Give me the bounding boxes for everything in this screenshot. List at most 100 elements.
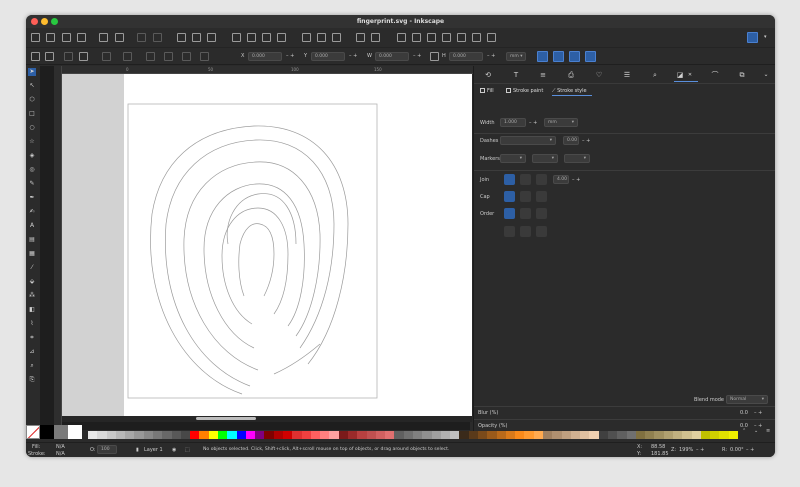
preferences-icon[interactable] — [487, 33, 496, 42]
text-font-dialog-icon[interactable] — [427, 33, 436, 42]
palette-swatch[interactable] — [236, 431, 247, 439]
palette-swatch[interactable] — [524, 431, 534, 439]
connector-tool-icon[interactable]: ⌇ — [28, 320, 36, 328]
measure-tool-icon[interactable]: ⊿ — [28, 348, 36, 356]
palette-swatch[interactable] — [375, 431, 386, 439]
palette-swatch[interactable] — [589, 431, 599, 439]
pages-tool-icon[interactable]: ⎘ — [28, 376, 36, 384]
palette-swatch[interactable] — [459, 431, 469, 439]
palette-swatch[interactable] — [348, 431, 358, 439]
paint-bucket-tool-icon[interactable]: ⬙ — [28, 278, 36, 286]
copy-icon[interactable] — [177, 33, 186, 42]
stroke-paint-subtab[interactable]: Stroke paint — [506, 88, 543, 94]
spiral-tool-icon[interactable]: ◎ — [28, 166, 36, 174]
lower-icon[interactable] — [182, 52, 191, 61]
butt-cap-icon[interactable] — [504, 191, 515, 202]
dash-stepper-icon[interactable]: – + — [582, 138, 590, 144]
palette-swatch[interactable] — [264, 431, 274, 439]
tweak-tool-icon[interactable]: ⬡ — [28, 96, 36, 104]
palette-swatch[interactable] — [468, 431, 479, 439]
lock-ratio-icon[interactable] — [430, 52, 439, 61]
ungroup-icon[interactable] — [371, 33, 380, 42]
y-field[interactable]: 0.000 — [311, 52, 345, 61]
cut-icon[interactable] — [192, 33, 201, 42]
objects-tab-icon[interactable]: ⧉ — [737, 70, 747, 80]
deselect-icon[interactable] — [64, 52, 73, 61]
miter-stepper-icon[interactable]: – + — [572, 177, 580, 183]
clone-icon[interactable] — [317, 33, 326, 42]
palette-swatch[interactable] — [673, 431, 683, 439]
palette-swatch[interactable] — [413, 431, 423, 439]
miter-limit-field[interactable]: 4.00 — [553, 175, 569, 184]
pencil-tool-icon[interactable]: ✎ — [28, 180, 36, 188]
palette-swatch[interactable] — [357, 431, 367, 439]
palette-swatch[interactable] — [645, 431, 655, 439]
duplicate-icon[interactable] — [302, 33, 311, 42]
palette-swatch[interactable] — [292, 431, 302, 439]
height-field[interactable]: 0.000 — [449, 52, 483, 61]
group-icon[interactable] — [356, 33, 365, 42]
stroke-width-field[interactable]: 1.000 — [500, 118, 526, 127]
zoom-stepper-icon[interactable]: – + — [696, 447, 704, 453]
stroke-style-subtab[interactable]: ⟋ Stroke style — [552, 88, 587, 94]
paint-order-option-4-icon[interactable] — [504, 226, 515, 237]
palette-swatch[interactable] — [171, 431, 182, 439]
mesh-tool-icon[interactable]: ▦ — [28, 250, 36, 258]
scale-corners-icon[interactable] — [553, 51, 564, 62]
flip-vertical-icon[interactable] — [123, 52, 132, 61]
palette-swatch[interactable] — [598, 431, 609, 439]
palette-scroll-up-icon[interactable]: ⌃ — [742, 428, 746, 434]
rotation-stepper-icon[interactable]: – + — [746, 447, 754, 453]
new-document-icon[interactable] — [31, 33, 40, 42]
round-cap-icon[interactable] — [520, 191, 531, 202]
palette-swatch[interactable] — [208, 431, 219, 439]
palette-swatch[interactable] — [255, 431, 265, 439]
select-all-icon[interactable] — [31, 52, 40, 61]
palette-swatch[interactable] — [106, 431, 117, 439]
close-tab-icon[interactable]: ✕ — [685, 70, 695, 80]
lpe-tool-icon[interactable]: ⌗ — [28, 334, 36, 342]
gradient-tool-icon[interactable]: ▤ — [28, 236, 36, 244]
palette-swatch[interactable] — [505, 431, 516, 439]
palette-swatch[interactable] — [115, 431, 126, 439]
dashes-select[interactable]: ▾ — [500, 136, 556, 145]
palette-swatch[interactable] — [366, 431, 377, 439]
palette-swatch[interactable] — [338, 431, 349, 439]
palette-swatch[interactable] — [301, 431, 312, 439]
fill-stroke-tab-icon[interactable]: ◪ — [675, 70, 685, 80]
width-field[interactable]: 0.000 — [375, 52, 409, 61]
text-tool-icon[interactable]: A — [28, 222, 36, 230]
rotation-value[interactable]: 0.00° — [730, 447, 744, 453]
pen-tool-icon[interactable]: ✒ — [28, 194, 36, 202]
raise-top-icon[interactable] — [146, 52, 155, 61]
palette-scroll-down-icon[interactable]: ⌄ — [754, 428, 758, 434]
palette-swatch[interactable] — [88, 431, 98, 439]
3d-box-tool-icon[interactable]: ◈ — [28, 152, 36, 160]
palette-swatch[interactable] — [570, 431, 581, 439]
palette-swatch[interactable] — [496, 431, 507, 439]
gray-swatch[interactable] — [54, 425, 68, 439]
palette-swatch[interactable] — [180, 431, 191, 439]
move-patterns-icon[interactable] — [585, 51, 596, 62]
horizontal-ruler[interactable]: 0 50 100 150 — [62, 66, 476, 74]
rectangle-tool-icon[interactable]: □ — [28, 110, 36, 118]
open-file-icon[interactable] — [46, 33, 55, 42]
palette-swatch[interactable] — [199, 431, 209, 439]
ellipse-tool-icon[interactable]: ○ — [28, 124, 36, 132]
align-dialog-icon[interactable] — [457, 33, 466, 42]
import-icon[interactable] — [99, 33, 108, 42]
opacity-indicator-field[interactable]: 100 — [97, 445, 117, 454]
zoom-window-button[interactable] — [51, 18, 58, 25]
square-cap-icon[interactable] — [536, 191, 547, 202]
palette-swatch[interactable] — [682, 431, 692, 439]
horizontal-scroll-thumb[interactable] — [196, 417, 256, 420]
lower-bottom-icon[interactable] — [200, 52, 209, 61]
dash-offset-field[interactable]: 0.00 — [563, 136, 579, 145]
palette-swatch[interactable] — [227, 431, 237, 439]
palette-swatch[interactable] — [218, 431, 228, 439]
rotate-ccw-icon[interactable] — [79, 52, 88, 61]
palette-swatch[interactable] — [190, 431, 200, 439]
stroke-indicator-value[interactable]: N/A — [56, 451, 65, 457]
palette-swatch[interactable] — [394, 431, 404, 439]
layers-dialog-icon[interactable] — [442, 33, 451, 42]
